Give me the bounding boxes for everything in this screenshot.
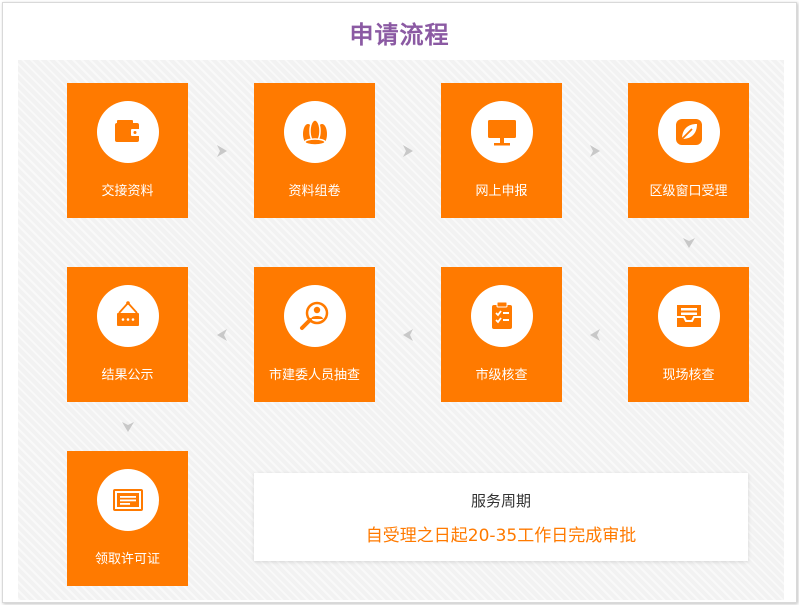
arrow-down-icon: [683, 238, 695, 248]
step-construction-committee-spot-check: 市建委人员抽查: [254, 267, 375, 402]
arrow-right-icon: [403, 145, 413, 157]
step-label: 资料组卷: [288, 184, 341, 199]
page-frame: 申请流程 交接资料 资料组卷 网上申报 区级窗口受理 现场核查 市级核查 市建委…: [2, 2, 797, 603]
step-icon-circle: [284, 101, 346, 163]
step-icon-circle: [97, 469, 159, 531]
arrow-right-icon: [590, 145, 600, 157]
step-label: 市建委人员抽查: [268, 368, 360, 383]
arrow-right-icon: [217, 145, 227, 157]
step-icon-circle: [97, 101, 159, 163]
arrow-left-icon: [403, 329, 413, 341]
step-icon-circle: [97, 285, 159, 347]
arrow-left-icon: [590, 329, 600, 341]
step-label: 区级窗口受理: [649, 184, 728, 199]
step-compile-files: 资料组卷: [254, 83, 375, 218]
step-online-declaration: 网上申报: [441, 83, 562, 218]
step-label: 网上申报: [475, 184, 528, 199]
monitor-icon: [488, 120, 516, 146]
step-result-announcement: 结果公示: [67, 267, 188, 402]
service-period-heading: 服务周期: [470, 492, 531, 510]
wallet-icon: [115, 120, 141, 142]
page-title: 申请流程: [349, 21, 450, 49]
arrow-down-icon: [122, 422, 134, 432]
step-icon-circle: [658, 101, 720, 163]
service-period-detail: 自受理之日起20-35工作日完成审批: [365, 526, 637, 546]
leaf-edit-icon: [676, 119, 702, 145]
step-district-window-acceptance: 区级窗口受理: [628, 83, 749, 218]
step-label: 交接资料: [101, 184, 154, 199]
hanging-sign-icon: [117, 301, 139, 326]
step-icon-circle: [471, 285, 533, 347]
scroll-bundle-icon: [303, 119, 327, 146]
step-municipal-inspection: 市级核查: [441, 267, 562, 402]
clipboard-check-icon: [492, 301, 512, 329]
inbox-tray-icon: [677, 305, 701, 327]
step-label: 结果公示: [101, 368, 154, 383]
step-collect-license: 领取许可证: [67, 451, 188, 586]
step-onsite-inspection: 现场核查: [628, 267, 749, 402]
step-icon-circle: [658, 285, 720, 347]
step-label: 现场核查: [662, 368, 715, 383]
step-label: 领取许可证: [94, 552, 160, 567]
arrow-left-icon: [217, 329, 227, 341]
step-handover-materials: 交接资料: [67, 83, 188, 218]
certificate-icon: [113, 489, 143, 511]
magnifier-person-icon: [300, 301, 329, 330]
step-icon-circle: [284, 285, 346, 347]
step-label: 市级核查: [475, 368, 528, 383]
step-icon-circle: [471, 101, 533, 163]
service-period-box: 服务周期 自受理之日起20-35工作日完成审批: [254, 473, 748, 561]
